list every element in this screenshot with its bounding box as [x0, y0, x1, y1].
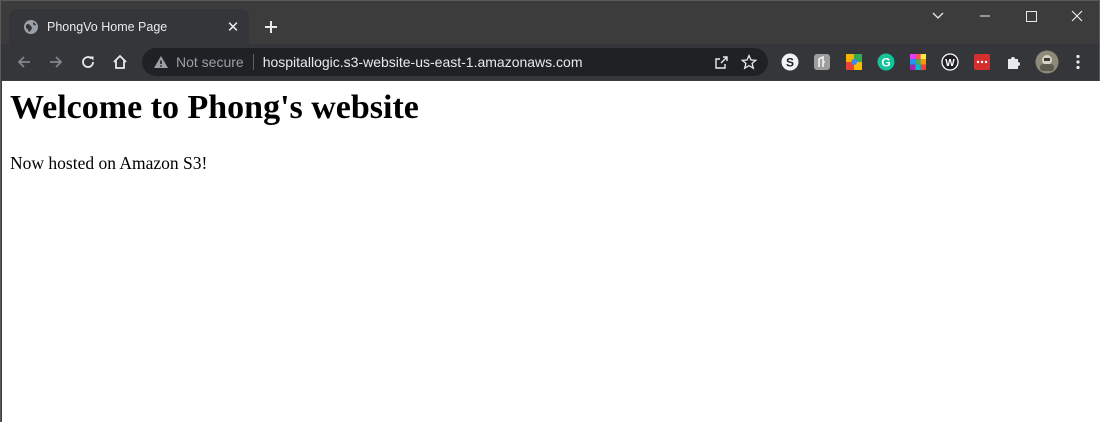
s-extension-icon[interactable]: S: [781, 53, 799, 71]
a-extension-icon[interactable]: [813, 53, 831, 71]
svg-text:S: S: [786, 56, 794, 70]
browser-tab[interactable]: PhongVo Home Page ✕: [9, 9, 249, 44]
red-dots-extension-icon[interactable]: [973, 53, 991, 71]
globe-icon: [23, 19, 39, 35]
browser-window: PhongVo Home Page ✕ Not secure hospitall…: [0, 0, 1100, 422]
url-field[interactable]: hospitallogic.s3-website-us-east-1.amazo…: [263, 54, 707, 70]
maximize-icon[interactable]: [1008, 1, 1054, 31]
tab-strip: PhongVo Home Page ✕: [1, 1, 1099, 44]
browser-toolbar: Not secure hospitallogic.s3-website-us-e…: [1, 44, 1099, 80]
svg-text:G: G: [881, 56, 890, 70]
omnibox-divider: [252, 54, 254, 70]
reload-icon[interactable]: [74, 48, 102, 76]
puzzle-icon[interactable]: [1005, 53, 1023, 71]
tab-close-icon[interactable]: ✕: [223, 17, 243, 37]
grammarly-icon[interactable]: G: [877, 53, 895, 71]
omnibox[interactable]: Not secure hospitallogic.s3-website-us-e…: [142, 48, 768, 76]
minimize-icon[interactable]: [962, 1, 1008, 31]
kebab-menu-icon[interactable]: [1069, 53, 1087, 71]
back-arrow-icon[interactable]: [10, 48, 38, 76]
bookmark-star-icon[interactable]: [735, 48, 763, 76]
home-icon[interactable]: [106, 48, 134, 76]
page-viewport: Welcome to Phong's website Now hosted on…: [2, 81, 1100, 422]
plus-icon[interactable]: [259, 15, 283, 39]
tab-search-icon[interactable]: [915, 1, 961, 31]
w-extension-icon[interactable]: W: [941, 53, 959, 71]
share-icon[interactable]: [707, 48, 735, 76]
close-icon[interactable]: [1054, 1, 1100, 31]
tab-title: PhongVo Home Page: [47, 19, 168, 34]
warning-icon[interactable]: [153, 54, 169, 70]
security-indicator[interactable]: Not secure: [176, 54, 244, 70]
palette-grid-extension-icon[interactable]: [909, 53, 927, 71]
svg-text:W: W: [945, 58, 955, 69]
puzzle-colorful-extension-icon[interactable]: [845, 53, 863, 71]
avatar[interactable]: [1035, 50, 1059, 74]
page-title: Welcome to Phong's website: [10, 89, 419, 126]
page-paragraph: Now hosted on Amazon S3!: [10, 153, 208, 173]
forward-arrow-icon[interactable]: [42, 48, 70, 76]
